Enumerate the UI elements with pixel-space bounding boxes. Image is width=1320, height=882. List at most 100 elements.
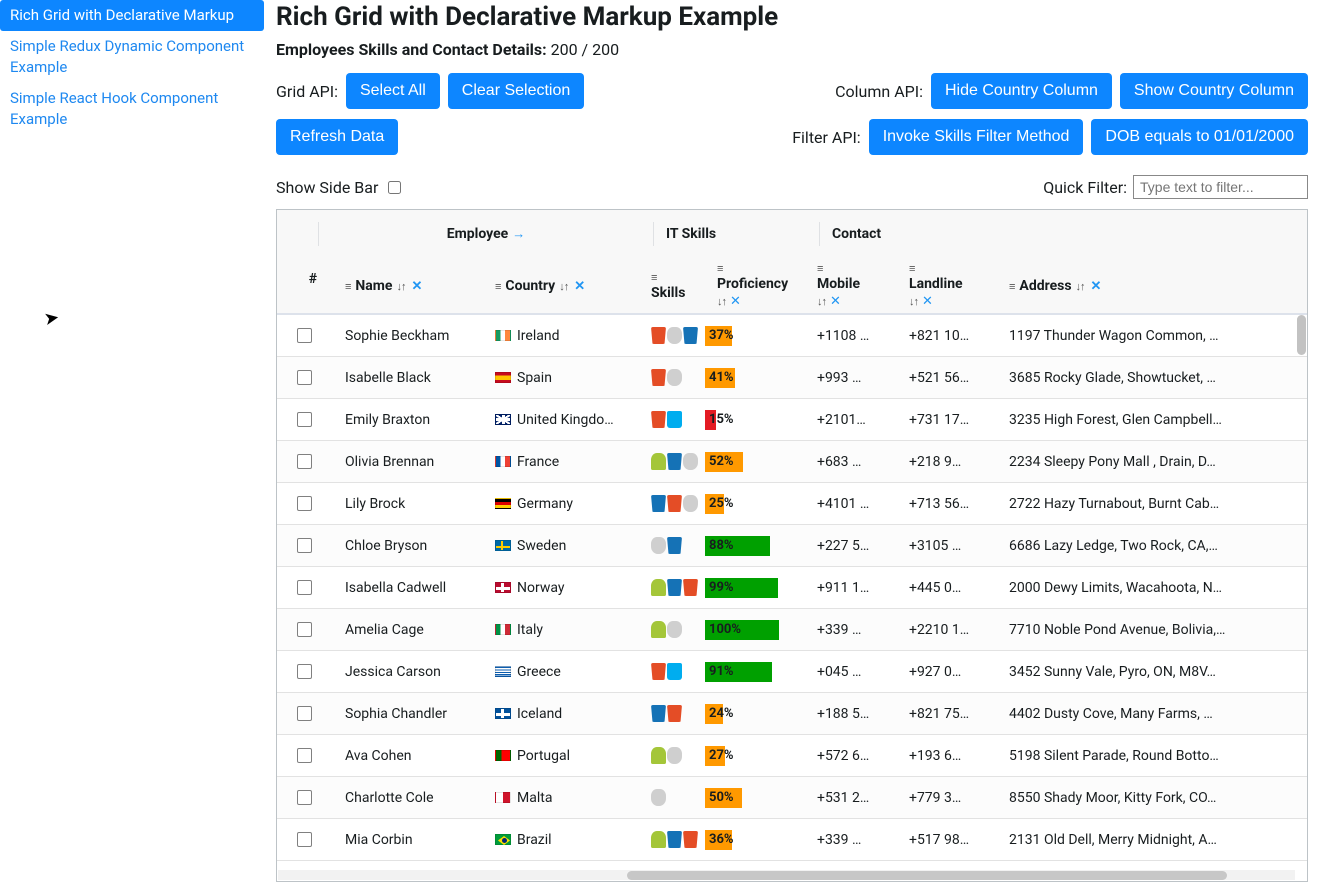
table-row[interactable]: Emily Braxton United Kingdo… 15% +2101… …: [277, 399, 1307, 441]
sort-icon[interactable]: ↓↑: [909, 295, 918, 308]
row-checkbox[interactable]: [297, 832, 312, 847]
row-checkbox[interactable]: [297, 790, 312, 805]
cell-name: Sophie Beckham: [333, 315, 483, 357]
row-checkbox[interactable]: [297, 622, 312, 637]
table-row[interactable]: Jessica Carson Greece 91% +045 … +927 0……: [277, 651, 1307, 693]
col-number[interactable]: #: [309, 271, 317, 287]
data-grid: Employee → IT Skills Contact #: [276, 209, 1308, 882]
col-group-employee[interactable]: Employee: [447, 226, 508, 242]
cell-landline: +821 10…: [897, 315, 997, 357]
clear-filter-icon[interactable]: ✕: [574, 279, 585, 294]
win-icon: [667, 663, 682, 680]
show-sidebar-toggle[interactable]: Show Side Bar: [276, 178, 404, 197]
html5-icon: [651, 327, 666, 344]
col-header-name[interactable]: ≡ Name ↓↑ ✕: [333, 258, 483, 314]
table-row[interactable]: Chloe Bryson Sweden 88% +227 5… +3105 … …: [277, 525, 1307, 567]
menu-icon[interactable]: ≡: [495, 281, 501, 292]
cell-address: 2131 Old Dell, Merry Midnight, A…: [997, 819, 1247, 861]
select-all-button[interactable]: Select All: [346, 73, 440, 109]
col-header-skills[interactable]: ≡ Skills: [639, 258, 705, 314]
menu-icon[interactable]: ≡: [651, 272, 693, 283]
cell-country: Greece: [483, 651, 639, 693]
cell-landline: +517 98…: [897, 819, 997, 861]
cell-skills: [639, 357, 705, 399]
col-header-mobile[interactable]: ≡ Mobile ↓↑✕: [805, 258, 897, 314]
row-checkbox[interactable]: [297, 412, 312, 427]
cell-mobile: +993 …: [805, 357, 897, 399]
sort-icon[interactable]: ↓↑: [817, 295, 826, 308]
cell-mobile: +572 6…: [805, 735, 897, 777]
sort-icon[interactable]: ↓↑: [717, 295, 726, 308]
html5-icon: [651, 369, 666, 386]
table-row[interactable]: Amelia Cage Italy 100% +339 … +2210 1… 7…: [277, 609, 1307, 651]
invoke-skills-filter-button[interactable]: Invoke Skills Filter Method: [869, 119, 1084, 155]
hide-country-button[interactable]: Hide Country Column: [931, 73, 1112, 109]
row-checkbox[interactable]: [297, 706, 312, 721]
col-group-it-skills[interactable]: IT Skills: [666, 226, 716, 242]
nav-hook-example[interactable]: Simple React Hook Component Example: [0, 83, 264, 135]
row-checkbox[interactable]: [297, 580, 312, 595]
nav-rich-grid[interactable]: Rich Grid with Declarative Markup: [0, 0, 264, 31]
sort-icon[interactable]: ↓↑: [559, 280, 568, 293]
vertical-scrollbar[interactable]: [1297, 315, 1306, 355]
row-checkbox[interactable]: [297, 496, 312, 511]
cell-address: 5198 Silent Parade, Round Botto…: [997, 735, 1247, 777]
table-row[interactable]: Mia Corbin Brazil 36% +339 … +517 98… 21…: [277, 819, 1307, 861]
cell-proficiency: 52%: [705, 441, 805, 483]
table-row[interactable]: Isabelle Black Spain 41% +993 … +521 56……: [277, 357, 1307, 399]
menu-icon[interactable]: ≡: [345, 281, 351, 292]
dob-filter-button[interactable]: DOB equals to 01/01/2000: [1091, 119, 1308, 155]
clear-filter-icon[interactable]: ✕: [411, 279, 422, 294]
refresh-data-button[interactable]: Refresh Data: [276, 119, 398, 155]
nav-redux-example[interactable]: Simple Redux Dynamic Component Example: [0, 31, 264, 83]
col-group-contact[interactable]: Contact: [832, 226, 881, 242]
table-row[interactable]: Olivia Brennan France 52% +683 … +218 9……: [277, 441, 1307, 483]
row-checkbox[interactable]: [297, 664, 312, 679]
expand-arrow-icon[interactable]: →: [512, 226, 525, 242]
cell-name: Charlotte Cole: [333, 777, 483, 819]
android-icon: [651, 831, 666, 848]
cell-landline: +521 56…: [897, 357, 997, 399]
menu-icon[interactable]: ≡: [817, 263, 885, 274]
quick-filter-input[interactable]: [1133, 175, 1308, 199]
col-header-landline[interactable]: ≡ Landline ↓↑✕: [897, 258, 997, 314]
menu-icon[interactable]: ≡: [717, 263, 793, 274]
subtitle-count: 200 / 200: [551, 40, 620, 59]
sort-icon[interactable]: ↓↑: [1076, 280, 1085, 293]
col-header-proficiency[interactable]: ≡ Proficiency ↓↑✕: [705, 258, 805, 314]
clear-filter-icon[interactable]: ✕: [730, 294, 741, 309]
clear-filter-icon[interactable]: ✕: [1091, 279, 1102, 294]
clear-selection-button[interactable]: Clear Selection: [448, 73, 585, 109]
table-row[interactable]: Sophia Chandler Iceland 24% +188 5… +821…: [277, 693, 1307, 735]
show-country-button[interactable]: Show Country Column: [1120, 73, 1308, 109]
clear-filter-icon[interactable]: ✕: [830, 294, 841, 309]
col-header-country[interactable]: ≡ Country ↓↑ ✕: [483, 258, 639, 314]
cell-address: 7710 Noble Pond Avenue, Bolivia,…: [997, 609, 1247, 651]
col-header-address[interactable]: ≡ Address ↓↑ ✕: [997, 258, 1247, 314]
grid-body[interactable]: Sophie Beckham Ireland 37% +1108 … +821 …: [277, 315, 1307, 861]
cell-skills: [639, 819, 705, 861]
flag-icon: [495, 708, 511, 719]
row-checkbox[interactable]: [297, 538, 312, 553]
table-row[interactable]: Ava Cohen Portugal 27% +572 6… +193 6… 5…: [277, 735, 1307, 777]
cell-name: Emily Braxton: [333, 399, 483, 441]
table-row[interactable]: Lily Brock Germany 25% +4101 … +713 56… …: [277, 483, 1307, 525]
table-row[interactable]: Charlotte Cole Malta 50% +531 2… +779 3……: [277, 777, 1307, 819]
row-checkbox[interactable]: [297, 370, 312, 385]
android-icon: [651, 621, 666, 638]
row-checkbox[interactable]: [297, 328, 312, 343]
mac-icon: [651, 537, 666, 554]
menu-icon[interactable]: ≡: [909, 263, 985, 274]
sort-icon[interactable]: ↓↑: [396, 280, 405, 293]
clear-filter-icon[interactable]: ✕: [922, 294, 933, 309]
cell-country: Spain: [483, 357, 639, 399]
row-checkbox[interactable]: [297, 748, 312, 763]
mac-icon: [667, 327, 682, 344]
row-checkbox[interactable]: [297, 454, 312, 469]
table-row[interactable]: Sophie Beckham Ireland 37% +1108 … +821 …: [277, 315, 1307, 357]
show-sidebar-checkbox[interactable]: [388, 181, 401, 194]
menu-icon[interactable]: ≡: [1009, 281, 1015, 292]
flag-icon: [495, 582, 511, 593]
horizontal-scrollbar[interactable]: [627, 871, 1227, 880]
table-row[interactable]: Isabella Cadwell Norway 99% +911 1… +445…: [277, 567, 1307, 609]
